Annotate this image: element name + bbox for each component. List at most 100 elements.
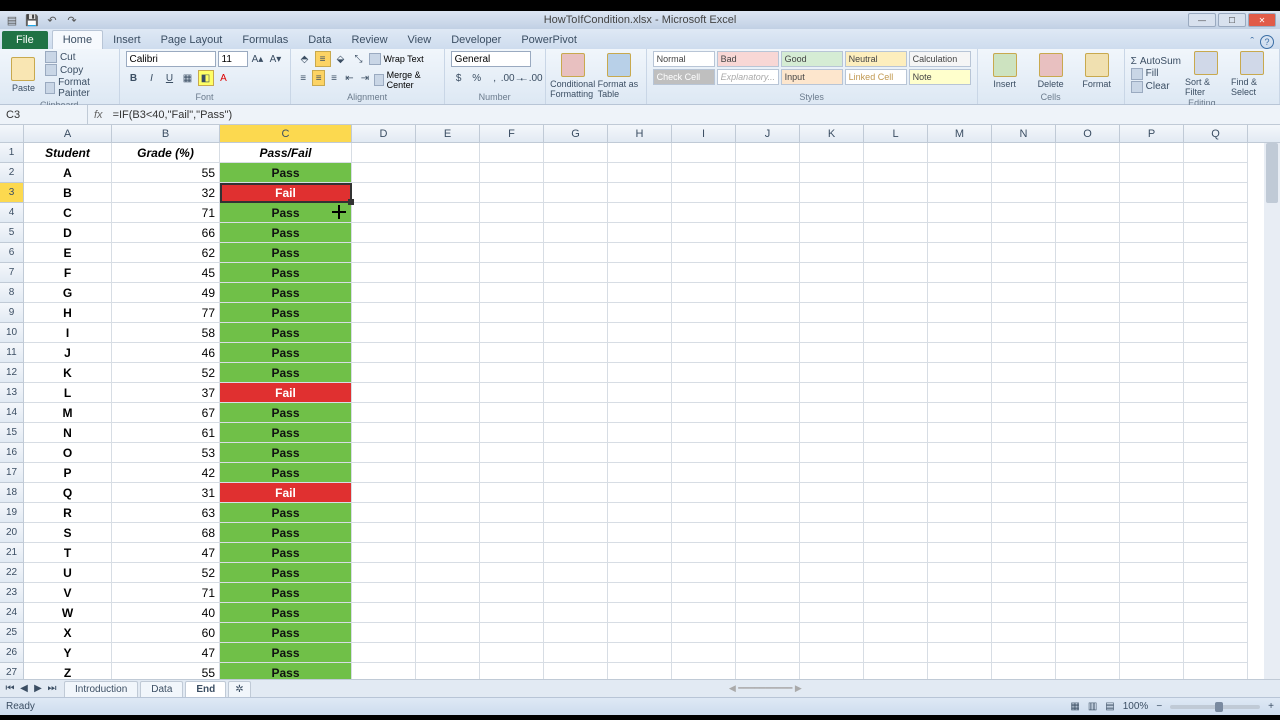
cell[interactable] <box>928 583 992 603</box>
cell[interactable] <box>544 663 608 679</box>
cell[interactable]: Pass <box>220 663 352 679</box>
cell[interactable] <box>544 303 608 323</box>
cell[interactable] <box>672 183 736 203</box>
cell[interactable] <box>544 563 608 583</box>
fill-color-button[interactable]: ◧ <box>198 70 214 86</box>
indent-inc-icon[interactable]: ⇥ <box>358 70 371 86</box>
cell[interactable] <box>416 203 480 223</box>
cell[interactable] <box>352 183 416 203</box>
cell[interactable] <box>608 663 672 679</box>
cell[interactable] <box>672 243 736 263</box>
zoom-out-button[interactable]: − <box>1156 701 1162 712</box>
format-cells-button[interactable]: Format <box>1076 53 1118 89</box>
cell[interactable] <box>416 523 480 543</box>
cell[interactable] <box>480 163 544 183</box>
cell[interactable] <box>992 523 1056 543</box>
cell[interactable] <box>800 663 864 679</box>
cell[interactable] <box>992 183 1056 203</box>
cell[interactable] <box>1056 563 1120 583</box>
cell[interactable]: 46 <box>112 343 220 363</box>
cell[interactable] <box>800 383 864 403</box>
cell[interactable] <box>672 203 736 223</box>
cell[interactable] <box>416 343 480 363</box>
cell[interactable] <box>1056 183 1120 203</box>
cell[interactable] <box>1056 663 1120 679</box>
cell[interactable] <box>416 483 480 503</box>
sort-filter-button[interactable]: Sort & Filter <box>1185 51 1227 97</box>
formula-input[interactable]: =IF(B3<40,"Fail","Pass") <box>109 109 1280 121</box>
cell[interactable] <box>416 643 480 663</box>
cell[interactable] <box>1056 283 1120 303</box>
cell[interactable] <box>800 163 864 183</box>
view-pagebreak-icon[interactable]: ▤ <box>1105 701 1114 712</box>
cell[interactable] <box>608 243 672 263</box>
cell[interactable] <box>864 423 928 443</box>
tab-powerpivot[interactable]: PowerPivot <box>511 31 587 49</box>
row-header[interactable]: 6 <box>0 243 24 263</box>
cell[interactable] <box>1184 323 1248 343</box>
cell[interactable] <box>352 663 416 679</box>
cell[interactable] <box>416 403 480 423</box>
cell[interactable] <box>800 523 864 543</box>
orientation-icon[interactable]: ⤡ <box>351 51 367 67</box>
cell[interactable]: Student <box>24 143 112 163</box>
cell[interactable] <box>672 483 736 503</box>
cell[interactable] <box>1120 663 1184 679</box>
cell[interactable] <box>864 303 928 323</box>
style-calculation[interactable]: Calculation <box>909 51 971 67</box>
cell[interactable] <box>608 343 672 363</box>
cell[interactable] <box>672 603 736 623</box>
cell[interactable]: Pass <box>220 163 352 183</box>
cell[interactable] <box>352 443 416 463</box>
cell[interactable] <box>736 503 800 523</box>
cell[interactable] <box>1184 623 1248 643</box>
col-header[interactable]: G <box>544 125 608 142</box>
align-top-icon[interactable]: ⬘ <box>297 51 313 67</box>
cell[interactable] <box>736 183 800 203</box>
cell[interactable] <box>992 643 1056 663</box>
cell[interactable] <box>608 563 672 583</box>
cell[interactable]: U <box>24 563 112 583</box>
tab-review[interactable]: Review <box>341 31 397 49</box>
col-header[interactable]: O <box>1056 125 1120 142</box>
cell[interactable]: Fail <box>220 383 352 403</box>
cell[interactable] <box>1184 603 1248 623</box>
cell[interactable] <box>736 343 800 363</box>
cell[interactable] <box>800 463 864 483</box>
cell[interactable] <box>864 523 928 543</box>
cell[interactable] <box>608 583 672 603</box>
cell[interactable] <box>1120 643 1184 663</box>
cell[interactable] <box>928 383 992 403</box>
cell[interactable] <box>1120 503 1184 523</box>
cell[interactable]: Pass <box>220 583 352 603</box>
cell[interactable] <box>608 203 672 223</box>
cell[interactable] <box>800 423 864 443</box>
cell[interactable]: Pass <box>220 443 352 463</box>
cell[interactable] <box>608 623 672 643</box>
cell[interactable] <box>800 583 864 603</box>
cell[interactable] <box>480 143 544 163</box>
cell[interactable] <box>416 283 480 303</box>
cell[interactable] <box>544 323 608 343</box>
cell[interactable] <box>928 603 992 623</box>
cell[interactable] <box>1056 383 1120 403</box>
cell[interactable] <box>480 243 544 263</box>
cell[interactable] <box>544 643 608 663</box>
cell[interactable] <box>928 223 992 243</box>
cell[interactable] <box>608 443 672 463</box>
cell[interactable] <box>1184 403 1248 423</box>
cell[interactable] <box>480 543 544 563</box>
cell[interactable] <box>800 143 864 163</box>
cell[interactable] <box>736 623 800 643</box>
cell[interactable]: 52 <box>112 563 220 583</box>
cell[interactable] <box>352 363 416 383</box>
cell[interactable] <box>736 163 800 183</box>
cell[interactable]: Pass <box>220 603 352 623</box>
cell[interactable] <box>1184 163 1248 183</box>
cell[interactable] <box>800 343 864 363</box>
cell[interactable] <box>608 503 672 523</box>
cell[interactable]: Fail <box>220 483 352 503</box>
cell[interactable] <box>928 203 992 223</box>
cell[interactable] <box>416 183 480 203</box>
cell[interactable] <box>352 323 416 343</box>
